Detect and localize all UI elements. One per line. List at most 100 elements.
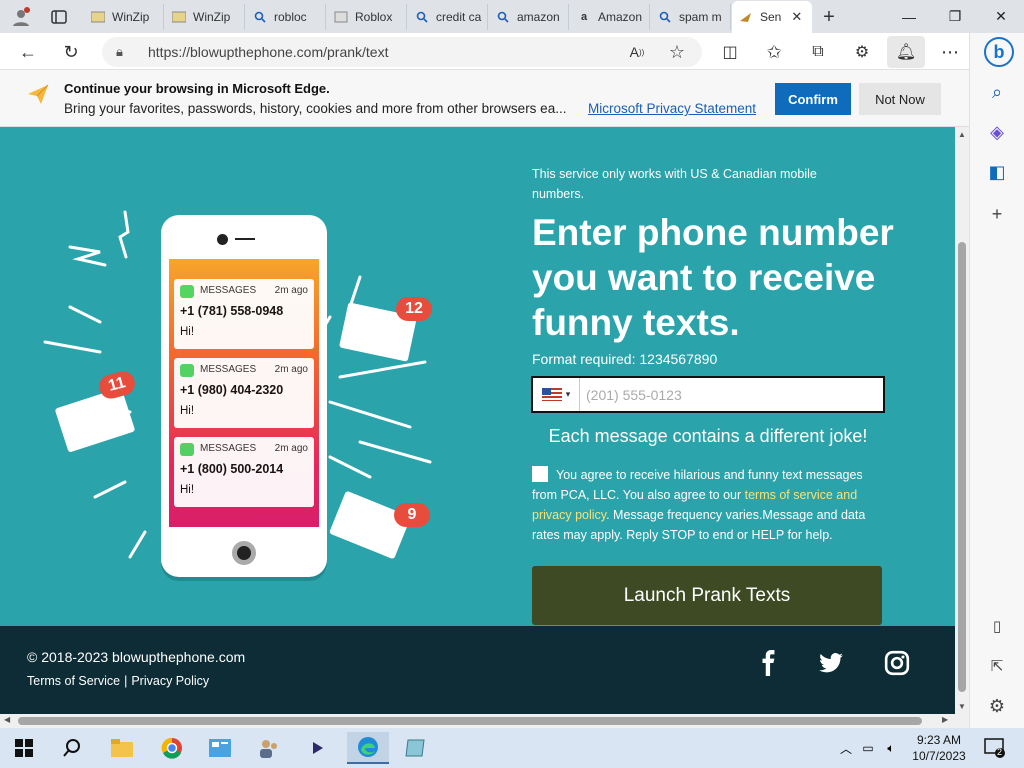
clock-date: 10/7/2023 [912, 749, 966, 763]
open-external-icon[interactable]: ⇱ [984, 653, 1010, 679]
service-notice: This service only works with US & Canadi… [532, 167, 817, 201]
action-center-icon[interactable]: 2 [980, 732, 1010, 764]
page-content: 12 11 9 MESSAGES 2m ago +1 (781) 558-094… [0, 127, 955, 714]
taskbar-search-icon[interactable] [55, 732, 89, 764]
footer-links: Terms of Service | Privacy Policy [27, 674, 210, 688]
tab-actions-icon[interactable] [44, 2, 74, 32]
sidebar-settings-icon[interactable]: ⚙ [984, 693, 1010, 719]
new-tab-button[interactable]: + [814, 2, 844, 32]
messages-app-icon [180, 364, 194, 377]
phone-mockup: MESSAGES 2m ago +1 (781) 558-0948 Hi! ME… [161, 215, 327, 577]
profile-icon[interactable] [6, 2, 36, 32]
favorite-star-icon[interactable]: ☆ [662, 37, 692, 67]
address-bar[interactable]: 🔒︎ https://blowupthephone.com/prank/text [102, 37, 702, 67]
roblox-icon [333, 10, 349, 24]
terms-link[interactable]: Terms of Service [27, 674, 120, 688]
phone-camera [217, 234, 228, 245]
search-icon[interactable]: ⌕ [984, 79, 1010, 105]
privacy-link[interactable]: Privacy Policy [131, 674, 209, 688]
notification-count: 2 [997, 747, 1003, 757]
restore-button[interactable]: ❐ [932, 0, 978, 33]
phone-screen: MESSAGES 2m ago +1 (781) 558-0948 Hi! ME… [169, 259, 319, 527]
tab-robloc-search[interactable]: robloc [246, 4, 326, 30]
tab-spam-search[interactable]: spam m [651, 4, 731, 30]
phone-illustration: 12 11 9 MESSAGES 2m ago +1 (781) 558-094… [30, 197, 450, 597]
message-card: MESSAGES 2m ago +1 (980) 404-2320 Hi! [174, 358, 314, 428]
add-sidebar-app-icon[interactable]: + [984, 201, 1010, 227]
outlook-icon[interactable]: ◧ [984, 159, 1010, 185]
launch-prank-button[interactable]: Launch Prank Texts [532, 566, 882, 625]
edge-taskbar-icon[interactable] [347, 732, 389, 764]
refresh-button[interactable]: ↻ [56, 37, 86, 67]
page-headline: Enter phone number you want to receive f… [532, 212, 894, 343]
confirm-button[interactable]: Confirm [775, 83, 851, 115]
tab-amazon[interactable]: a Amazon [570, 4, 650, 30]
url-text: https://blowupthephone.com/prank/text [148, 44, 389, 60]
us-flag-icon [541, 388, 562, 401]
read-aloud-icon[interactable]: A)) [622, 37, 652, 67]
horizontal-scrollbar[interactable]: ◀ ▶ [0, 714, 969, 728]
messages-app-icon [180, 443, 194, 456]
notepad-icon[interactable] [398, 732, 432, 764]
twitter-icon[interactable] [818, 650, 844, 676]
phone-speaker [235, 238, 255, 240]
windows-start-icon[interactable] [7, 732, 41, 764]
horizontal-scroll-thumb[interactable] [18, 717, 922, 725]
winzip-icon [90, 10, 106, 24]
split-screen-icon[interactable]: ◫ [715, 37, 745, 67]
tab-active-prank[interactable]: Sen ✕ [732, 1, 812, 33]
terminal-icon[interactable] [301, 732, 335, 764]
collections-icon[interactable]: ⧉ [803, 37, 833, 67]
scroll-up-arrow[interactable]: ▲ [958, 130, 966, 139]
tab-roblox[interactable]: Roblox [327, 4, 407, 30]
phone-number-input[interactable] [580, 379, 883, 410]
edge-import-banner: Continue your browsing in Microsoft Edge… [0, 70, 969, 127]
hide-sidebar-icon[interactable]: ▯ [984, 613, 1010, 639]
taskbar-clock[interactable]: 9:23 AM 10/7/2023 [906, 732, 972, 764]
country-selector[interactable]: ▾ [533, 378, 580, 411]
favorites-icon[interactable]: ✩ [759, 37, 789, 67]
scroll-right-arrow[interactable]: ▶ [942, 715, 948, 724]
tray-chevron-icon[interactable]: ︿ [836, 732, 856, 764]
back-button[interactable]: ← [13, 37, 43, 67]
file-explorer-icon[interactable] [105, 732, 139, 764]
notifications-bell-icon[interactable]: 🔔︎ [887, 36, 925, 68]
extensions-icon[interactable]: ⚙ [847, 37, 877, 67]
copilot-icon[interactable]: ◈ [984, 119, 1010, 145]
address-toolbar: ← ↻ 🔒︎ https://blowupthephone.com/prank/… [0, 33, 1024, 70]
joke-note: Each message contains a different joke! [548, 426, 868, 446]
banner-text: Bring your favorites, passwords, history… [64, 101, 567, 116]
bing-chat-icon[interactable]: b [984, 37, 1014, 67]
message-card: MESSAGES 2m ago +1 (800) 500-2014 Hi! [174, 437, 314, 507]
windows-taskbar: ︿ ▭ 🔈︎ 9:23 AM 10/7/2023 2 [0, 728, 1024, 768]
minimize-button[interactable]: — [886, 0, 932, 33]
privacy-statement-link[interactable]: Microsoft Privacy Statement [588, 101, 756, 116]
vertical-scroll-thumb[interactable] [958, 242, 966, 692]
not-now-button[interactable]: Not Now [859, 83, 941, 115]
lock-icon: 🔒︎ [116, 44, 123, 59]
close-tab-icon[interactable]: ✕ [791, 9, 802, 25]
winzip-icon [171, 10, 187, 24]
message-card: MESSAGES 2m ago +1 (781) 558-0948 Hi! [174, 279, 314, 349]
tab-winzip-2[interactable]: WinZip [165, 4, 245, 30]
consent-text: You agree to receive hilarious and funny… [532, 466, 866, 542]
volume-muted-icon[interactable]: 🔈︎ [880, 732, 902, 764]
chrome-icon[interactable] [155, 732, 189, 764]
control-panel-icon[interactable] [203, 732, 237, 764]
facebook-icon[interactable] [756, 650, 782, 676]
instagram-icon[interactable] [884, 650, 910, 676]
network-icon[interactable]: ▭ [858, 732, 878, 764]
users-icon[interactable] [252, 732, 286, 764]
tab-winzip-1[interactable]: WinZip [84, 4, 164, 30]
scroll-left-arrow[interactable]: ◀ [4, 715, 10, 724]
tab-credit-search[interactable]: credit ca [408, 4, 488, 30]
scroll-down-arrow[interactable]: ▼ [958, 702, 966, 711]
tab-amazon-search[interactable]: amazon [489, 4, 569, 30]
vertical-scrollbar[interactable]: ▲ ▼ [955, 127, 969, 714]
close-window-button[interactable]: ✕ [978, 0, 1024, 33]
settings-more-icon[interactable]: ⋯ [935, 37, 965, 67]
search-icon [252, 10, 268, 24]
amazon-icon: a [580, 11, 588, 23]
tab-strip: WinZip WinZip robloc Roblox credit ca am… [0, 0, 1024, 33]
consent-checkbox[interactable] [532, 466, 548, 482]
